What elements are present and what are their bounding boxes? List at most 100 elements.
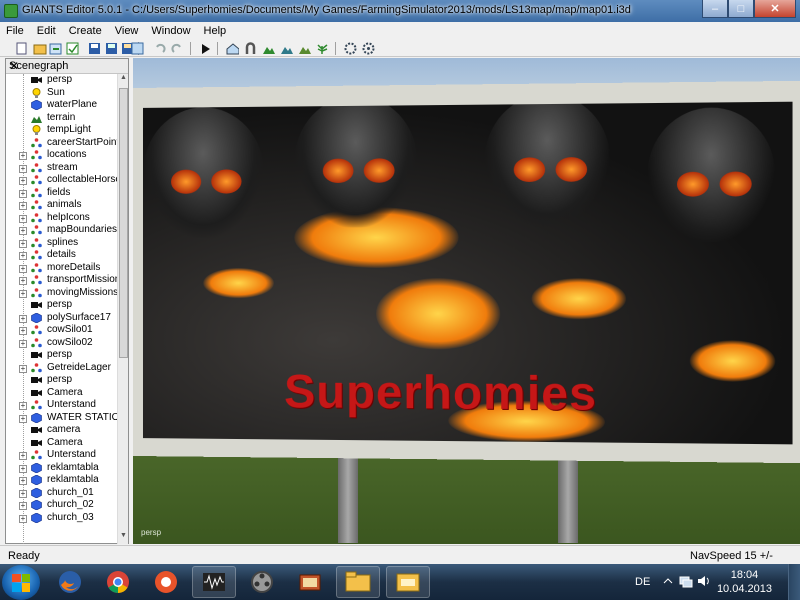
menu-help[interactable]: Help	[204, 25, 227, 37]
tree-item[interactable]: + GetreideLager	[6, 362, 118, 375]
tree-item[interactable]: waterPlane	[6, 99, 118, 112]
clock[interactable]: 18:04 10.04.2013	[717, 568, 772, 596]
tree-item[interactable]: Sun	[6, 87, 118, 100]
tree-item[interactable]: + stream	[6, 162, 118, 175]
start-button[interactable]	[2, 565, 40, 600]
tree-item[interactable]: + collectableHorses	[6, 174, 118, 187]
scenegraph-close-button[interactable]: ✕	[9, 59, 125, 73]
tree-item[interactable]: camera	[6, 424, 118, 437]
settings-icon[interactable]	[343, 41, 358, 56]
menu-window[interactable]: Window	[151, 25, 190, 37]
expand-icon[interactable]: +	[19, 152, 27, 160]
expand-icon[interactable]: +	[19, 202, 27, 210]
tree-item[interactable]: + helpIcons	[6, 212, 118, 225]
tree-item[interactable]: + Unterstand	[6, 399, 118, 412]
tree-item[interactable]: careerStartPoint	[6, 137, 118, 150]
tree-item[interactable]: + fields	[6, 187, 118, 200]
settings2-icon[interactable]	[361, 41, 376, 56]
expand-icon[interactable]: +	[19, 177, 27, 185]
movie-maker-icon[interactable]	[288, 566, 332, 598]
minimize-button[interactable]: –	[702, 0, 728, 18]
select-icon[interactable]	[130, 41, 145, 56]
tree-item[interactable]: persp	[6, 374, 118, 387]
magnet-icon[interactable]	[243, 41, 258, 56]
tree-item[interactable]: + church_02	[6, 499, 118, 512]
expand-icon[interactable]: +	[19, 477, 27, 485]
expand-icon[interactable]: +	[19, 452, 27, 460]
redo-icon[interactable]	[170, 41, 185, 56]
explorer-icon[interactable]	[336, 566, 380, 598]
menu-file[interactable]: File	[6, 25, 24, 37]
video-icon[interactable]	[240, 566, 284, 598]
foliage-paint-icon[interactable]	[297, 41, 312, 56]
expand-icon[interactable]: +	[19, 289, 27, 298]
cut-icon[interactable]	[65, 41, 80, 56]
tree-item[interactable]: + cowSilo01	[6, 324, 118, 337]
tree-item[interactable]: + movingMissions	[6, 287, 118, 300]
tree-item[interactable]: Camera	[6, 387, 118, 400]
expand-icon[interactable]: +	[19, 464, 27, 473]
tree-item[interactable]: + church_01	[6, 487, 118, 500]
show-desktop-button[interactable]	[788, 564, 800, 600]
terrain-sculpt-icon[interactable]	[261, 41, 276, 56]
undo-icon[interactable]	[152, 41, 167, 56]
chrome-icon[interactable]	[96, 566, 140, 598]
import-icon[interactable]	[48, 41, 63, 56]
new-file-icon[interactable]	[14, 41, 29, 56]
tree-item[interactable]: + church_03	[6, 512, 118, 525]
expand-icon[interactable]: +	[19, 364, 27, 373]
media-player-icon[interactable]	[144, 566, 188, 598]
expand-icon[interactable]: +	[19, 489, 27, 498]
tree-item[interactable]: + WATER STATION	[6, 412, 118, 425]
expand-icon[interactable]: +	[19, 189, 27, 198]
tree-item[interactable]: + locations	[6, 149, 118, 162]
expand-icon[interactable]: +	[19, 252, 27, 260]
save-icon[interactable]	[87, 41, 102, 56]
tree-item[interactable]: + mapBoundaries	[6, 224, 118, 237]
expand-icon[interactable]: +	[19, 402, 27, 410]
close-button[interactable]: ✕	[754, 0, 796, 18]
title-bar[interactable]: GIANTS Editor 5.0.1 - C:/Users/Superhomi…	[0, 0, 800, 22]
tree-item[interactable]: tempLight	[6, 124, 118, 137]
network-icon[interactable]	[679, 574, 693, 588]
scroll-up-icon[interactable]: ▲	[118, 74, 129, 86]
tree-item[interactable]: Camera	[6, 437, 118, 450]
expand-icon[interactable]: +	[19, 339, 27, 348]
expand-icon[interactable]: +	[19, 414, 27, 423]
tree-item[interactable]: persp	[6, 299, 118, 312]
language-indicator[interactable]: DE	[635, 576, 650, 588]
expand-icon[interactable]: +	[19, 264, 27, 273]
scroll-down-icon[interactable]: ▼	[118, 532, 129, 544]
expand-icon[interactable]: +	[19, 514, 27, 523]
expand-icon[interactable]: +	[19, 314, 27, 323]
giants-editor-icon[interactable]	[386, 566, 430, 598]
tree-item[interactable]: + splines	[6, 237, 118, 250]
play-icon[interactable]	[198, 41, 213, 56]
expand-icon[interactable]: +	[19, 502, 27, 510]
camera-home-icon[interactable]	[225, 41, 240, 56]
tree-item[interactable]: + reklamtabla	[6, 462, 118, 475]
expand-icon[interactable]: +	[19, 327, 27, 335]
firefox-icon[interactable]	[48, 566, 92, 598]
menu-edit[interactable]: Edit	[37, 25, 56, 37]
scroll-thumb[interactable]	[119, 88, 128, 358]
tree-item[interactable]: + cowSilo02	[6, 337, 118, 350]
maximize-button[interactable]: □	[728, 0, 754, 18]
tree-item[interactable]: persp	[6, 349, 118, 362]
tree-item[interactable]: persp	[6, 74, 118, 87]
tray-arrow-icon[interactable]	[663, 576, 673, 586]
expand-icon[interactable]: +	[19, 277, 27, 285]
scenegraph-scrollbar[interactable]: ▲ ▼	[117, 74, 128, 544]
volume-icon[interactable]	[697, 574, 711, 588]
tree-item[interactable]: + animals	[6, 199, 118, 212]
expand-icon[interactable]: +	[19, 214, 27, 223]
menu-view[interactable]: View	[115, 25, 139, 37]
expand-icon[interactable]: +	[19, 227, 27, 235]
foliage-icon[interactable]	[315, 41, 330, 56]
save-as-icon[interactable]	[104, 41, 119, 56]
menu-create[interactable]: Create	[69, 25, 102, 37]
expand-icon[interactable]: +	[19, 239, 27, 248]
tree-item[interactable]: + Unterstand	[6, 449, 118, 462]
tree-item[interactable]: + polySurface17	[6, 312, 118, 325]
tree-item[interactable]: + moreDetails	[6, 262, 118, 275]
